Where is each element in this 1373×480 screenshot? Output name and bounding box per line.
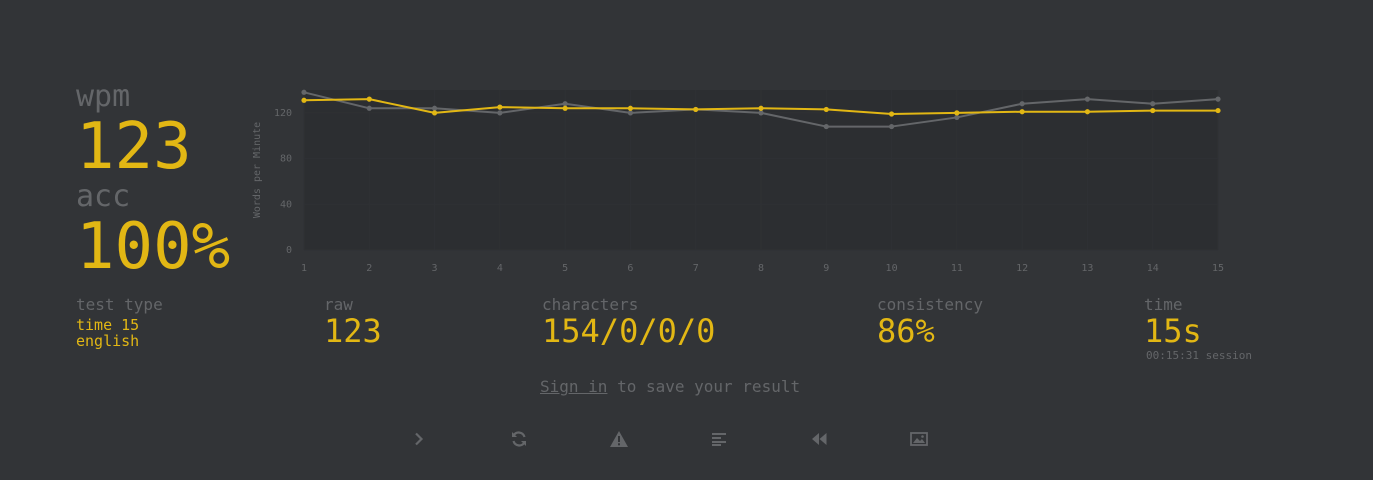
data-point	[497, 104, 503, 110]
x-tick-label: 1	[301, 263, 307, 274]
x-tick-label: 10	[886, 263, 898, 274]
data-point	[1019, 101, 1025, 107]
y-axis-title: Words per Minute	[252, 122, 263, 218]
x-tick-label: 6	[627, 263, 633, 274]
y-tick-label: 120	[274, 108, 292, 119]
x-tick-label: 2	[366, 263, 372, 274]
signin-rest-text: to save your result	[607, 377, 801, 396]
x-tick-label: 8	[758, 263, 764, 274]
data-point	[1215, 96, 1221, 102]
data-point	[954, 110, 960, 116]
refresh-icon	[512, 431, 526, 447]
words-history-button[interactable]	[706, 426, 732, 452]
data-point	[1084, 96, 1091, 102]
data-point	[888, 111, 895, 117]
next-test-button[interactable]	[406, 426, 432, 452]
data-point	[1084, 109, 1091, 115]
y-tick-label: 0	[286, 245, 292, 256]
x-tick-label: 15	[1212, 263, 1224, 274]
characters-group: characters 154/0/0/0	[542, 296, 716, 350]
replay-button[interactable]	[806, 426, 832, 452]
data-point	[1019, 109, 1025, 115]
test-type-group: test type time 15 english	[76, 295, 163, 350]
session-time: 00:15:31 session	[1146, 349, 1252, 362]
data-point	[562, 101, 568, 107]
data-point	[431, 110, 438, 116]
x-tick-label: 5	[562, 263, 568, 274]
time-value: 15s	[1144, 312, 1202, 350]
test-type-value: time 15	[76, 316, 140, 334]
test-language: english	[76, 332, 140, 350]
x-tick-label: 7	[693, 263, 699, 274]
chevron-right-icon	[415, 432, 424, 446]
data-point	[823, 106, 829, 113]
x-tick-label: 4	[497, 263, 503, 274]
x-tick-label: 12	[1016, 263, 1028, 274]
data-point	[1150, 107, 1156, 114]
raw-group: raw 123	[324, 296, 382, 350]
characters-value: 154/0/0/0	[542, 312, 716, 350]
wpm-chart: 040801201 2 3 4 5 6 7 8 9 10 11 12 13 14 15Words per M…	[252, 89, 1224, 274]
wpm-label: wpm	[76, 79, 131, 114]
data-point	[1215, 107, 1221, 114]
data-point	[693, 106, 699, 113]
data-point	[366, 96, 372, 102]
data-point	[627, 110, 634, 116]
data-point	[627, 105, 634, 111]
align-left-icon	[712, 433, 726, 446]
data-point	[431, 105, 438, 111]
y-tick-label: 40	[280, 199, 292, 210]
raw-value: 123	[324, 312, 382, 350]
accuracy-label: acc	[76, 179, 131, 214]
data-point	[366, 105, 372, 111]
screenshot-button[interactable]	[906, 426, 932, 452]
data-point	[497, 110, 503, 116]
x-tick-label: 9	[823, 263, 829, 274]
report-button[interactable]	[606, 426, 632, 452]
data-point	[1150, 101, 1156, 107]
data-point	[888, 123, 895, 130]
y-tick-label: 80	[280, 154, 292, 165]
warning-icon	[610, 431, 628, 447]
time-group: time 15s 00:15:31 session	[1144, 296, 1252, 363]
backward-icon	[812, 433, 827, 445]
data-point	[823, 123, 829, 130]
signin-link[interactable]: Sign in	[540, 377, 607, 396]
consistency-value: 86%	[877, 312, 935, 350]
restart-button[interactable]	[506, 426, 532, 452]
x-tick-label: 3	[432, 263, 438, 274]
x-tick-label: 14	[1147, 263, 1159, 274]
x-tick-label: 13	[1081, 263, 1093, 274]
data-point	[758, 110, 764, 116]
data-point	[954, 114, 960, 121]
data-point	[301, 97, 307, 103]
wpm-value: 123	[76, 110, 192, 184]
consistency-group: consistency 86%	[877, 296, 983, 350]
accuracy-value: 100%	[76, 210, 231, 284]
data-point	[562, 105, 568, 111]
image-icon	[910, 432, 928, 446]
data-point	[758, 105, 764, 111]
data-point	[301, 89, 307, 95]
test-type-label: test type	[76, 295, 163, 314]
x-tick-label: 11	[951, 263, 963, 274]
signin-prompt: Sign in to save your result	[540, 377, 800, 396]
